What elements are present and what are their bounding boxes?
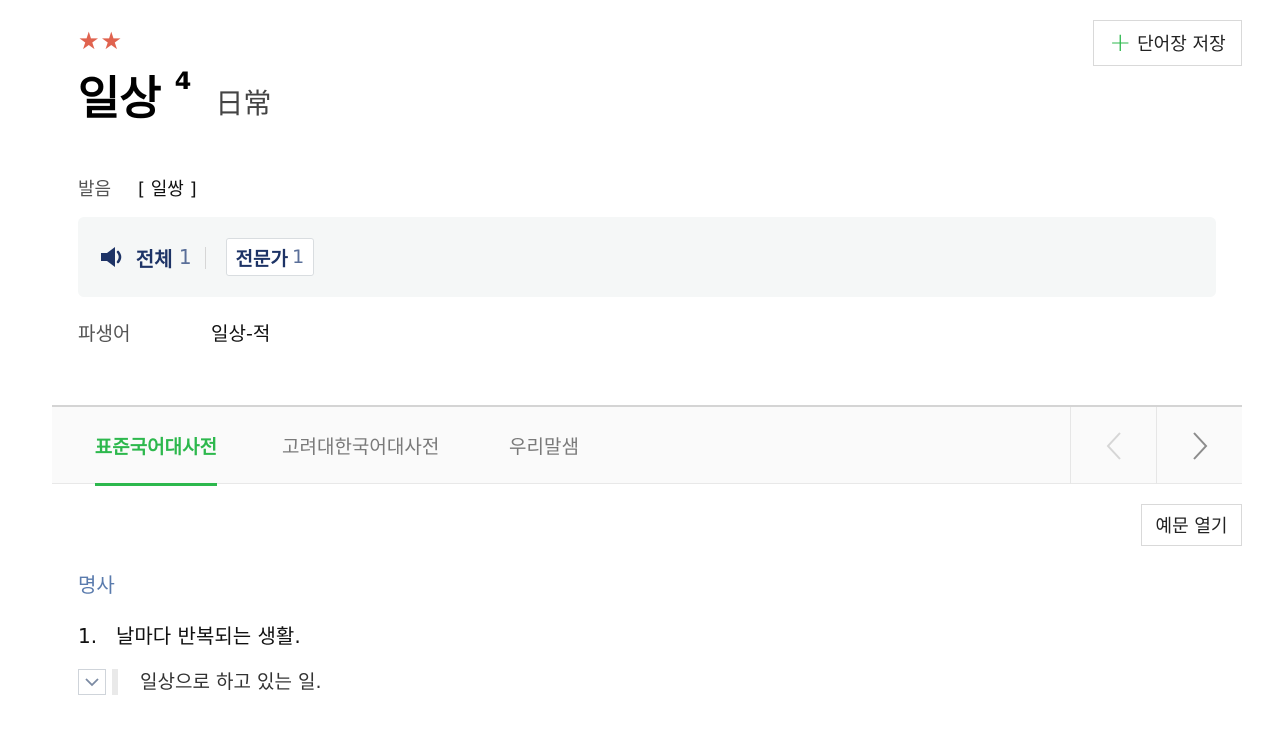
expert-label: 전문가 bbox=[235, 247, 289, 270]
pronunciation-label: 발음 bbox=[78, 179, 112, 200]
pronunciation-value: [ 일쌍 ] bbox=[138, 179, 197, 200]
divider bbox=[205, 247, 206, 269]
chevron-down-icon bbox=[85, 678, 99, 687]
sense-item: 1. 날마다 반복되는 생활. bbox=[78, 622, 301, 650]
entry-hanja: 日常 bbox=[215, 87, 272, 120]
expert-count: 1 bbox=[292, 246, 305, 268]
chevron-right-icon bbox=[1192, 431, 1207, 460]
pronunciation-row: 발음 [ 일쌍 ] bbox=[78, 176, 197, 204]
headword: 일상 4 日常 bbox=[78, 62, 271, 134]
tab-urimalsaem[interactable]: 우리말샘 bbox=[509, 407, 579, 484]
tab-standard-dictionary[interactable]: 표준국어대사전 bbox=[95, 407, 218, 486]
tab-korea-university-dictionary[interactable]: 고려대한국어대사전 bbox=[282, 407, 439, 484]
save-to-wordbook-label: 단어장 저장 bbox=[1137, 34, 1226, 55]
dictionary-tab-bar: 표준국어대사전 고려대한국어대사전 우리말샘 bbox=[52, 405, 1242, 486]
homonym-number: 4 bbox=[174, 67, 192, 95]
importance-stars: ★★ bbox=[78, 27, 124, 55]
entry-word: 일상 bbox=[78, 71, 162, 125]
next-tab-button[interactable] bbox=[1156, 407, 1242, 484]
sub-meaning-text: 일상으로 하고 있는 일. bbox=[140, 671, 322, 693]
speaker-icon bbox=[100, 246, 128, 268]
play-all-audio-button[interactable]: 전체 1 bbox=[100, 241, 192, 273]
sense-text: 날마다 반복되는 생활. bbox=[116, 624, 301, 648]
prev-tab-button[interactable] bbox=[1070, 407, 1156, 484]
save-to-wordbook-button[interactable]: + 단어장 저장 bbox=[1093, 20, 1242, 66]
audio-all-label: 전체 bbox=[136, 246, 173, 271]
chevron-left-icon bbox=[1106, 431, 1121, 460]
audio-all-count: 1 bbox=[178, 245, 192, 269]
sense-number: 1. bbox=[78, 624, 98, 648]
derivative-link[interactable]: 일상-적 bbox=[211, 320, 270, 348]
quote-bar bbox=[112, 669, 118, 695]
derivative-label: 파생어 bbox=[78, 323, 131, 345]
part-of-speech: 명사 bbox=[78, 573, 115, 597]
expert-audio-button[interactable]: 전문가 1 bbox=[226, 238, 314, 276]
expand-toggle-button[interactable] bbox=[78, 669, 106, 695]
plus-icon: + bbox=[1109, 28, 1132, 58]
open-examples-button[interactable]: 예문 열기 bbox=[1141, 504, 1242, 546]
pronunciation-audio-panel: 전체 1 전문가 1 bbox=[78, 217, 1216, 297]
sub-meaning-row: 일상으로 하고 있는 일. bbox=[78, 668, 321, 696]
